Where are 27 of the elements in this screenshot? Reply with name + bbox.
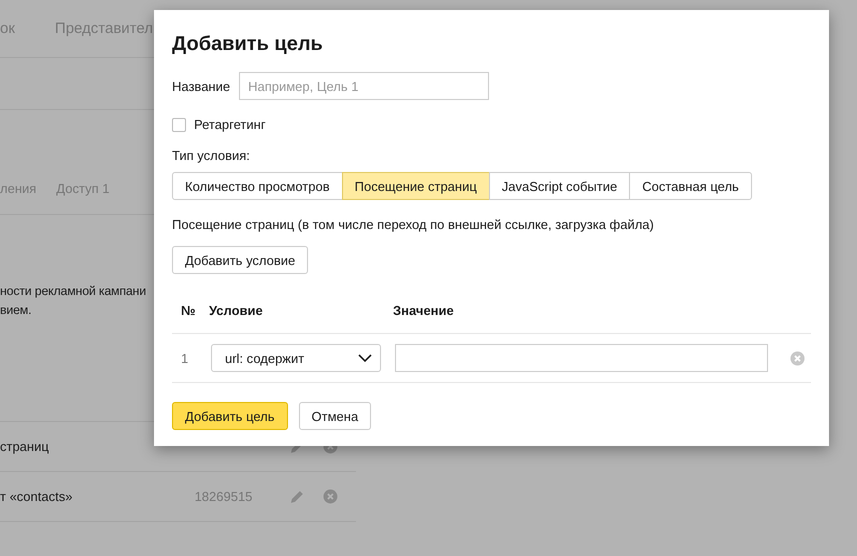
- description-text: Посещение страниц (в том числе переход по внешней ссылке, загрузка файла): [172, 217, 655, 232]
- clear-icon[interactable]: [790, 350, 805, 366]
- dialog-title: Добавить цель: [172, 32, 324, 57]
- column-header: Значение: [393, 302, 454, 318]
- value-field[interactable]: [395, 344, 768, 372]
- segment-tab[interactable]: Составная цель: [629, 172, 752, 200]
- checkbox[interactable]: [172, 118, 186, 132]
- add-condition-button[interactable]: Добавить условие: [172, 246, 308, 274]
- name-field[interactable]: Например, Цель 1: [239, 72, 490, 100]
- row-number: 1: [180, 350, 190, 366]
- segment-tab[interactable]: Посещение страниц: [342, 172, 490, 200]
- cancel-button[interactable]: Отмена: [298, 402, 372, 430]
- goal-id: 18269515: [194, 489, 254, 504]
- submit-button[interactable]: Добавить цель: [172, 402, 288, 430]
- chevron-down-icon: [358, 354, 372, 362]
- paragraph-text: ности рекламной кампани: [0, 283, 146, 300]
- condition-dropdown[interactable]: url: содержит: [211, 344, 381, 372]
- segment-tab[interactable]: Количество просмотров: [172, 172, 343, 200]
- goal-name: страниц: [0, 439, 50, 454]
- goal-name: т «contacts»: [0, 489, 74, 504]
- section-label: Тип условия:: [172, 148, 251, 163]
- paragraph-text: вием.: [0, 302, 32, 319]
- checkbox-label[interactable]: Ретаргетинг: [194, 117, 266, 132]
- field-label: Название: [172, 78, 230, 94]
- segment-tab[interactable]: JavaScript событие: [488, 172, 630, 200]
- column-header: №: [180, 302, 196, 318]
- column-header: Условие: [209, 302, 264, 318]
